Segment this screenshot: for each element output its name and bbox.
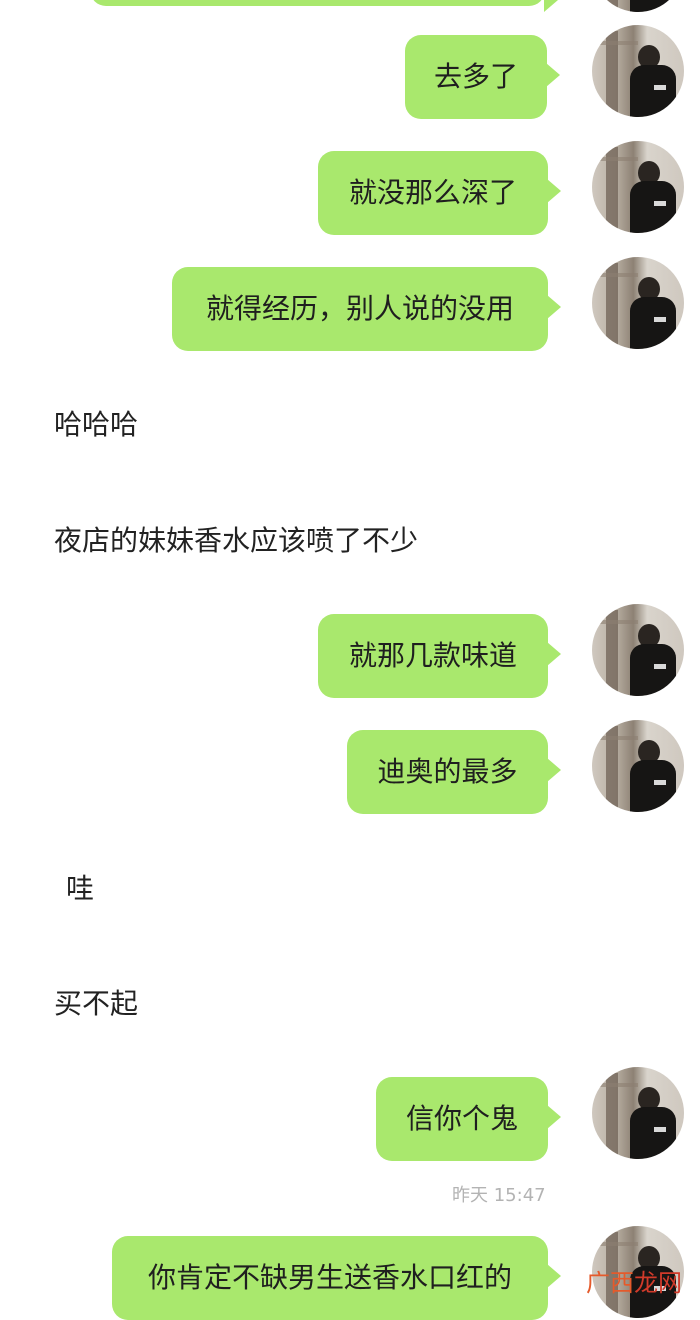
message-bubble[interactable]: 就得经历，别人说的没用 — [172, 267, 561, 351]
message-bubble[interactable]: 你肯定不缺男生送香水口红的 — [112, 1236, 561, 1320]
sender-avatar[interactable] — [592, 604, 684, 696]
sender-avatar[interactable] — [592, 25, 684, 117]
message-bubble[interactable]: 去多了 — [405, 35, 560, 119]
sender-avatar[interactable] — [592, 720, 684, 812]
message-bubble[interactable]: 就那几款味道 — [318, 614, 561, 698]
sender-avatar[interactable] — [592, 257, 684, 349]
message-timestamp: 昨天 15:47 — [452, 1185, 546, 1206]
watermark-part1: 广西 — [586, 1269, 634, 1297]
message-bubble[interactable]: 就没那么深了 — [318, 151, 561, 235]
watermark-part2: 龙网 — [634, 1269, 682, 1297]
incoming-message-text[interactable]: 买不起 — [54, 990, 138, 1018]
message-bubble[interactable]: 信你个鬼 — [376, 1077, 561, 1161]
sender-avatar[interactable] — [592, 141, 684, 233]
sender-avatar[interactable] — [592, 0, 684, 12]
site-watermark: 广西龙网 — [586, 1263, 682, 1298]
sender-avatar[interactable] — [592, 1067, 684, 1159]
message-bubble[interactable]: 迪奥的最多 — [347, 730, 561, 814]
incoming-message-text[interactable]: 夜店的妹妹香水应该喷了不少 — [54, 527, 418, 555]
incoming-message-text[interactable]: 哇 — [66, 875, 94, 903]
partial-message-bubble[interactable] — [90, 0, 558, 12]
incoming-message-text[interactable]: 哈哈哈 — [54, 411, 138, 439]
